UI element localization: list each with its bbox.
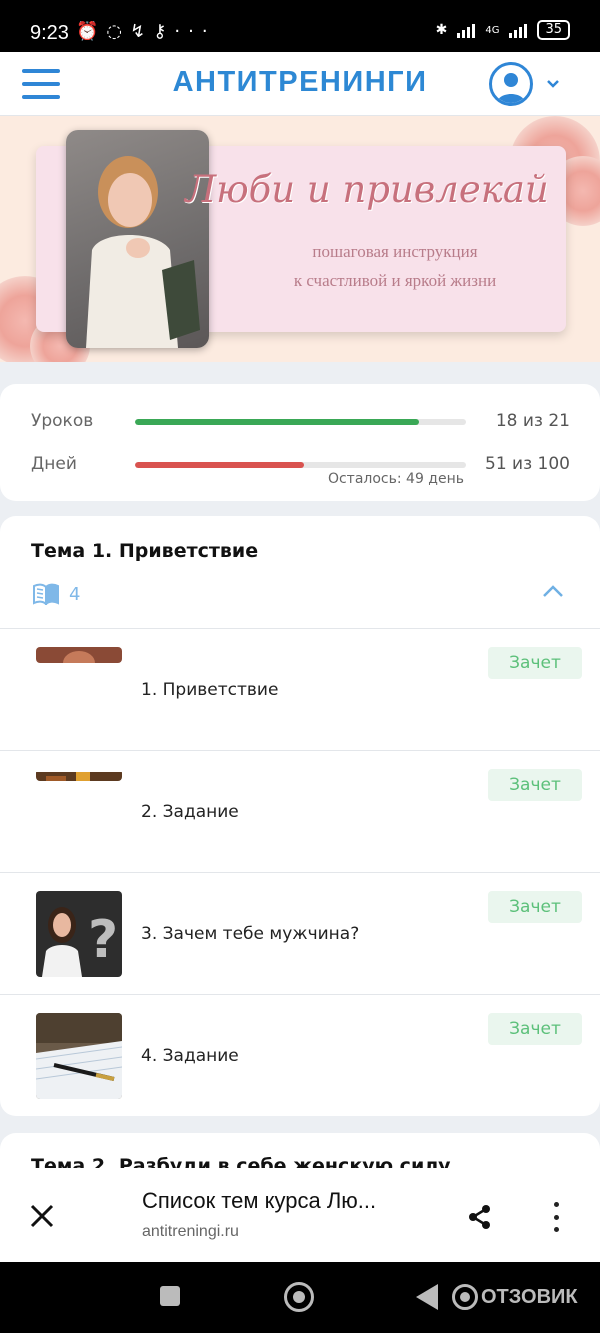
whatsapp-icon: ◌ [106,21,131,42]
author-photo [66,130,209,348]
days-remaining: Осталось: 49 день [327,471,464,487]
status-badge: Зачет [488,891,582,923]
lesson-item[interactable]: ? 3. Зачем тебе мужчина? Зачет [0,872,600,994]
lesson-title[interactable]: 2. Задание [141,802,239,822]
lesson-thumbnail [36,647,122,663]
page-title: Список тем курса Лю... [142,1188,377,1213]
banner-subtitle-line1: пошаговая инструкция [312,242,478,261]
lessons-progress-bar [135,419,466,425]
svg-text:?: ? [88,910,118,970]
close-icon[interactable] [28,1202,56,1230]
lesson-item[interactable]: 4. Задание Зачет [0,994,600,1116]
lessons-progress-fill [135,419,419,425]
days-progress-bar [135,462,466,468]
status-right: ✱ 4G 35 [436,20,570,40]
days-value: 51 из 100 [485,454,570,474]
status-badge: Зачет [488,647,582,679]
lesson-title[interactable]: 4. Задание [141,1046,239,1066]
lesson-thumbnail [36,769,122,781]
back-icon[interactable] [416,1284,438,1310]
network-type: 4G [485,24,500,36]
lessons-label: Уроков [31,411,94,431]
more-icon: ··· [174,21,216,42]
signal-icon-2 [509,22,528,38]
share-icon[interactable] [467,1204,493,1234]
days-label: Дней [31,454,77,474]
home-icon[interactable] [284,1282,314,1312]
banner-title: Люби и привлекай [185,168,549,211]
system-nav-bar: ОТЗОВИК [0,1262,600,1333]
progress-card: Уроков 18 из 21 Дней 51 из 100 Осталось:… [0,384,600,501]
lesson-title[interactable]: 3. Зачем тебе мужчина? [141,924,359,944]
lesson-count: 4 [69,584,81,605]
status-bar: 9:23 ⏰◌↯⚷··· ✱ 4G 35 [0,0,600,52]
watermark-text: ОТЗОВИК [481,1285,578,1308]
status-time: 9:23 [30,22,69,44]
chevron-up-icon[interactable] [542,583,564,602]
banner-subtitle-line2: к счастливой и яркой жизни [293,271,497,290]
lesson-thumbnail: ? [36,891,122,977]
key-icon: ⚷ [153,21,175,42]
signal-icon [457,22,476,38]
alarm-icon: ⏰ [76,21,107,42]
course-banner: Люби и привлекай пошаговая инструкция к … [0,116,600,362]
missed-call-icon: ↯ [130,21,154,42]
days-progress-fill [135,462,304,468]
more-vert-icon[interactable] [550,1202,562,1232]
lesson-item[interactable]: 2. Задание Зачет [0,750,600,872]
status-badge: Зачет [488,1013,582,1045]
lesson-thumbnail [36,1013,122,1099]
lesson-title[interactable]: 1. Приветствие [141,680,278,700]
lesson-item[interactable]: 1. Приветствие Зачет [0,628,600,750]
bluetooth-icon: ✱ [435,22,448,38]
browser-bottom-sheet: Список тем курса Лю... antitreningi.ru [0,1168,600,1262]
book-icon [33,583,59,609]
topic-card: Тема 1. Приветствие 4 1. Приветствие Зач… [0,516,600,1116]
recents-icon[interactable] [160,1286,180,1306]
user-avatar-icon[interactable] [489,62,533,106]
app-header: АНТИТРЕНИНГИ [0,52,600,116]
watermark: ОТЗОВИК [452,1284,578,1310]
notification-icons: ⏰◌↯⚷··· [76,21,216,42]
lessons-value: 18 из 21 [495,411,570,431]
page-url: antitreningi.ru [142,1223,239,1240]
battery-indicator: 35 [537,20,570,40]
chevron-down-icon[interactable] [546,74,560,93]
watermark-logo-icon [452,1284,478,1310]
topic-title[interactable]: Тема 1. Приветствие [31,540,258,562]
status-badge: Зачет [488,769,582,801]
